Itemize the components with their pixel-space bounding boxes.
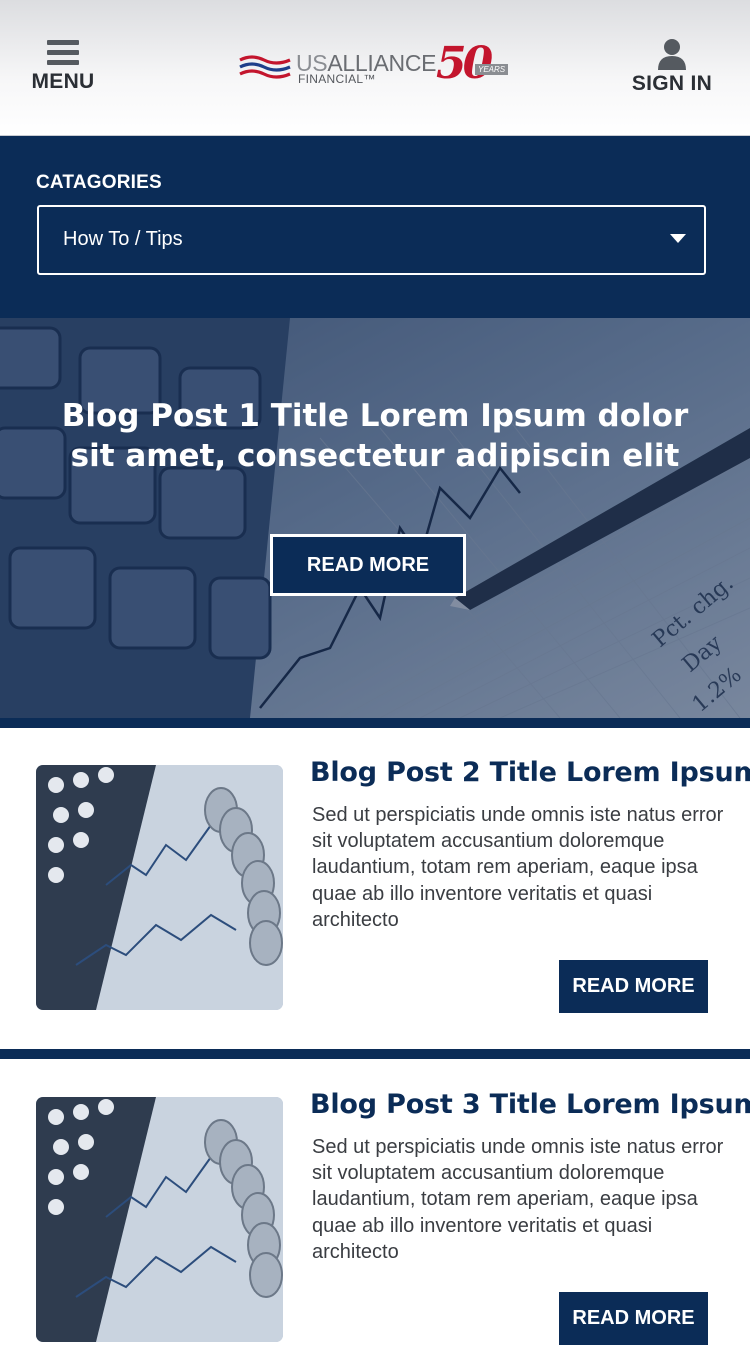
calculator-coins-image [36,1097,283,1342]
hero-overlay [0,318,750,718]
blog-post-card: Blog Post 3 Title Lorem Ipsum Sed ut per… [0,1089,750,1345]
post-thumbnail[interactable] [36,765,283,1010]
blog-post-card: Blog Post 2 Title Lorem Ipsum Sed ut per… [0,757,750,1035]
post-excerpt: Sed ut perspiciatis unde omnis iste natu… [312,1136,724,1263]
category-select[interactable]: How To / Tips [37,205,706,275]
read-more-button[interactable]: READ MORE [559,1292,708,1345]
logo-subtitle: FINANCIAL™ [298,72,376,86]
brand-logo[interactable]: USALLIANCE FINANCIAL™ 50 YEARS [238,38,513,94]
post-title[interactable]: Blog Post 3 Title Lorem Ipsum [310,1089,750,1120]
post-excerpt: Sed ut perspiciatis unde omnis iste natu… [312,804,724,931]
flag-logo-icon [239,55,291,79]
sign-in-button[interactable]: SIGN IN [622,38,722,98]
calculator-coins-image [36,765,283,1010]
menu-label: MENU [31,70,95,93]
hamburger-menu-icon [47,40,79,65]
user-icon [658,39,686,70]
section-divider [0,1049,750,1059]
hero-post-title[interactable]: Blog Post 1 Title Lorem Ipsum dolor sit … [60,396,690,476]
post-title[interactable]: Blog Post 2 Title Lorem Ipsum [310,757,750,788]
menu-button[interactable]: MENU [28,40,98,98]
categories-label: CATAGORIES [36,172,162,193]
section-divider [0,718,750,728]
hero-read-more-button[interactable]: READ MORE [270,534,466,596]
categories-section: CATAGORIES How To / Tips [0,136,750,318]
anniversary-years: YEARS [475,64,509,75]
chevron-down-icon [670,234,686,243]
post-thumbnail[interactable] [36,1097,283,1342]
featured-post-hero: Pct. chg. Day 1.2% Blog Post 1 Title Lor… [0,318,750,718]
sign-in-label: SIGN IN [631,72,713,95]
read-more-button[interactable]: READ MORE [559,960,708,1013]
site-header: MENU USALLIANCE FINANCIAL™ 50 YEARS SIGN… [0,0,750,136]
category-selected-value: How To / Tips [63,228,183,250]
